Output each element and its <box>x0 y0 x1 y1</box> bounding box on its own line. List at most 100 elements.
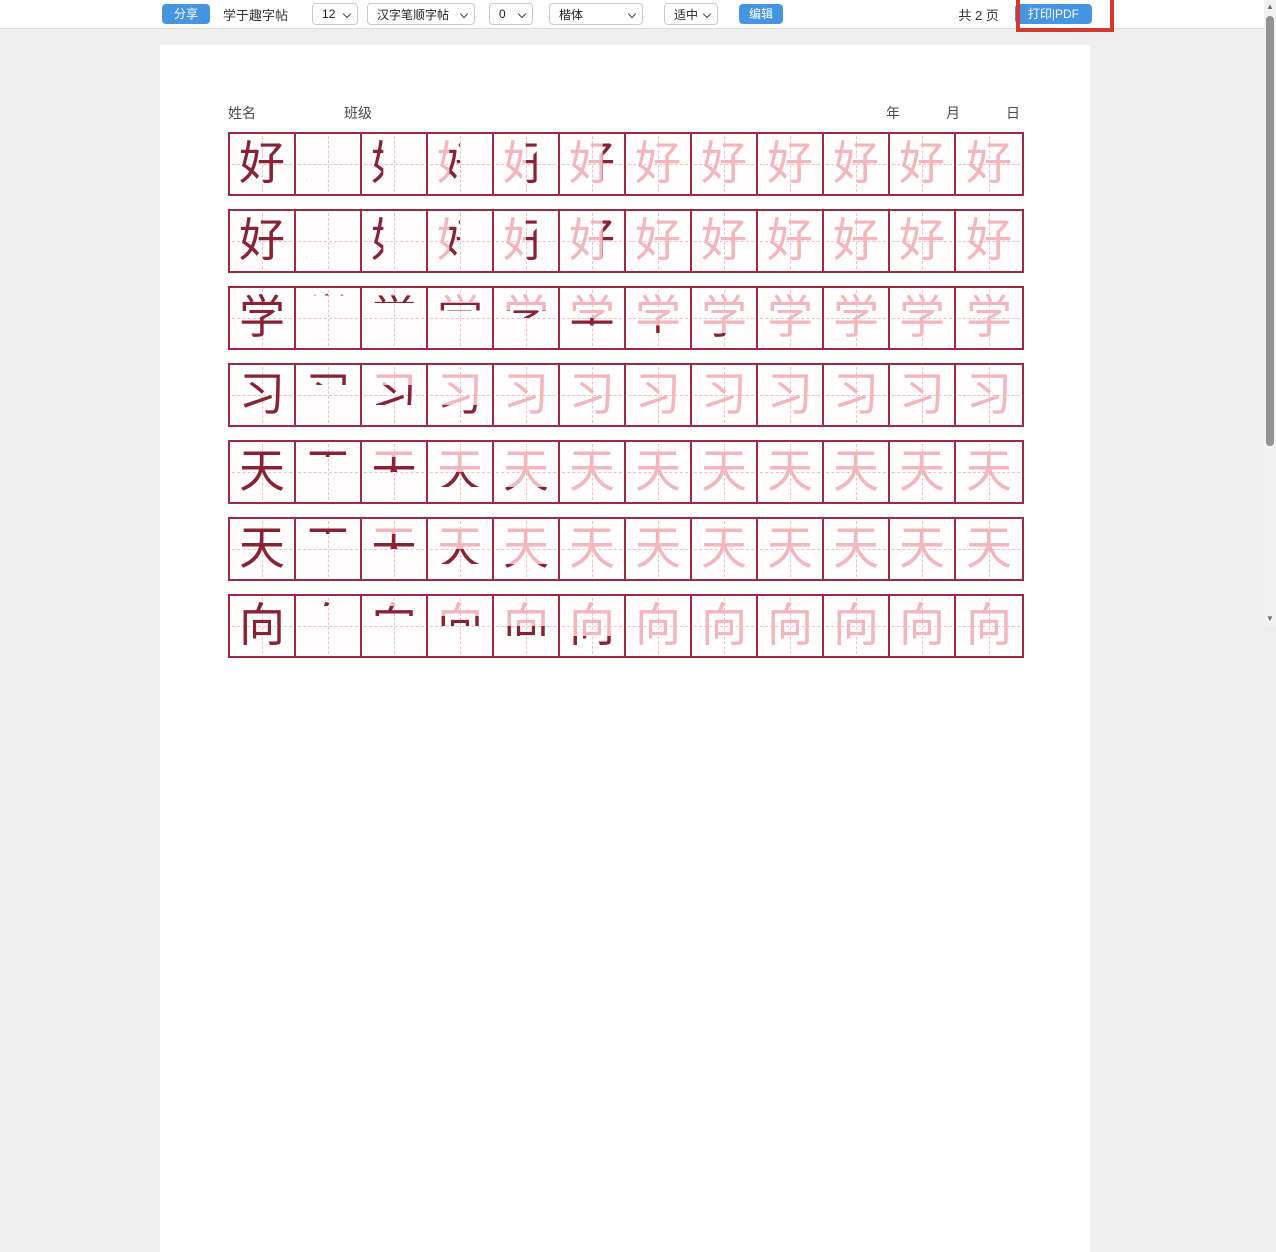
stroke-progress-current: 天 <box>296 442 360 502</box>
trace-character: 好 <box>956 134 1022 194</box>
grid-cell: 向向 <box>362 596 428 656</box>
trace-character: 天 <box>956 519 1022 579</box>
grid-cell: 习 <box>692 365 758 425</box>
font-select[interactable]: 楷体 <box>549 3 643 25</box>
scroll-down-arrow-icon[interactable]: ▼ <box>1264 612 1276 626</box>
grid-cell: 天 <box>692 519 758 579</box>
stroke-progress-faded: 天 <box>362 519 426 579</box>
trace-character: 好 <box>692 211 756 271</box>
trace-character: 好 <box>758 134 822 194</box>
trace-character: 习 <box>494 365 558 425</box>
grid-cell: 好 <box>956 211 1022 271</box>
model-character: 天 <box>230 519 294 579</box>
grid-cell: 学 <box>956 288 1022 348</box>
class-label: 班级 <box>344 103 372 123</box>
sheet-type-select[interactable]: 汉字笔顺字帖 <box>367 3 475 25</box>
site-title: 学于趣字帖 <box>223 5 288 24</box>
scroll-up-arrow-icon[interactable]: ▲ <box>1264 0 1276 14</box>
grid-cell: 好好 <box>494 134 560 194</box>
grid-cell: 天 <box>758 442 824 502</box>
grid-cell: 向向 <box>626 596 692 656</box>
grid-cell: 天 <box>626 519 692 579</box>
trace-character: 向 <box>956 596 1022 656</box>
grid-cell: 天天 <box>296 442 362 502</box>
font-size-select[interactable]: 12 <box>312 3 358 25</box>
grid-cell: 习 <box>890 365 956 425</box>
trace-character: 向 <box>692 596 756 656</box>
stroke-progress-faded: 好 <box>428 211 492 271</box>
grid-cell: 学 <box>824 288 890 348</box>
grid-cell: 好好 <box>494 211 560 271</box>
stroke-progress-current: 向 <box>296 596 360 656</box>
grid-cell: 习习 <box>296 365 362 425</box>
offset-select[interactable]: 0 <box>489 3 533 25</box>
font-value: 楷体 <box>559 6 583 23</box>
grid-cell: 天 <box>560 519 626 579</box>
sheet-type-value: 汉字笔顺字帖 <box>377 6 449 23</box>
day-label: 日 <box>1006 103 1020 123</box>
grid-cell: 向 <box>956 596 1022 656</box>
grid-cell: 向向 <box>296 596 362 656</box>
trace-character: 天 <box>692 519 756 579</box>
grid-cell: 习 <box>494 365 560 425</box>
worksheet-header: 姓名 班级 年 月 日 <box>228 101 1020 123</box>
grid-cell: 学学 <box>494 288 560 348</box>
grid-cell: 天 <box>956 442 1022 502</box>
grid-cell: 好好 <box>428 211 494 271</box>
year-label: 年 <box>886 103 900 123</box>
stroke-progress-faded: 好 <box>362 211 426 271</box>
trace-character: 学 <box>956 288 1022 348</box>
stroke-progress-faded: 天 <box>362 442 426 502</box>
grid-row: 学学学学学学学学学学学学学学学学学学学学 <box>228 286 1024 350</box>
grid-cell: 学学 <box>296 288 362 348</box>
print-pdf-button[interactable]: 打印|PDF <box>1015 4 1092 24</box>
trace-character: 学 <box>890 288 954 348</box>
trace-character: 天 <box>626 442 690 502</box>
trace-character: 习 <box>560 365 624 425</box>
grid-cell: 天天 <box>494 519 560 579</box>
trace-character: 天 <box>758 442 822 502</box>
grid-cell: 好好 <box>362 211 428 271</box>
trace-character: 天 <box>560 519 624 579</box>
stroke-progress-faded: 学 <box>428 288 492 348</box>
grid-cell: 天天 <box>362 442 428 502</box>
trace-character: 向 <box>758 596 822 656</box>
edit-button[interactable]: 编辑 <box>739 4 783 24</box>
grid-cell: 学学 <box>626 288 692 348</box>
trace-character: 好 <box>956 211 1022 271</box>
grid-cell: 向 <box>758 596 824 656</box>
density-value: 适中 <box>674 6 698 23</box>
grid-cell: 向 <box>230 596 296 656</box>
grid-cell: 习 <box>230 365 296 425</box>
grid-cell: 好 <box>890 134 956 194</box>
grid-cell: 学 <box>890 288 956 348</box>
toolbar-right-group: 共 2 页 打印|PDF <box>958 4 1092 24</box>
trace-character: 习 <box>890 365 954 425</box>
trace-character: 好 <box>890 134 954 194</box>
scrollbar-thumb[interactable] <box>1266 16 1274 446</box>
grid-cell: 好好 <box>296 134 362 194</box>
stroke-progress-current: 习 <box>296 365 360 425</box>
grid-cell: 好 <box>824 134 890 194</box>
toolbar-inner: 分享 学于趣字帖 12 汉字笔顺字帖 0 楷体 适中 编辑 共 2 页 打印|P… <box>162 0 1092 28</box>
grid-cell: 天 <box>824 442 890 502</box>
font-size-value: 12 <box>322 7 335 21</box>
grid-cell: 天 <box>230 519 296 579</box>
density-select[interactable]: 适中 <box>664 3 718 25</box>
grid-row: 天天天天天天天天天天天天天天天天 <box>228 517 1024 581</box>
grid-row: 好好好好好好好好好好好好好好好好好好 <box>228 132 1024 196</box>
trace-character: 习 <box>758 365 822 425</box>
stroke-progress-faded: 学 <box>494 288 558 348</box>
grid-cell: 天 <box>890 442 956 502</box>
grid-row: 好好好好好好好好好好好好好好好好好好 <box>228 209 1024 273</box>
grid-cell: 习习 <box>362 365 428 425</box>
grid-cell: 习 <box>956 365 1022 425</box>
scrollbar[interactable]: ▲ ▼ <box>1264 0 1276 626</box>
offset-value: 0 <box>499 7 506 21</box>
grid-cell: 好好 <box>428 134 494 194</box>
grid-cell: 向 <box>692 596 758 656</box>
model-character: 好 <box>230 134 294 194</box>
grid-cell: 好 <box>230 211 296 271</box>
stroke-progress-current: 好 <box>296 134 360 194</box>
share-button[interactable]: 分享 <box>162 4 210 24</box>
